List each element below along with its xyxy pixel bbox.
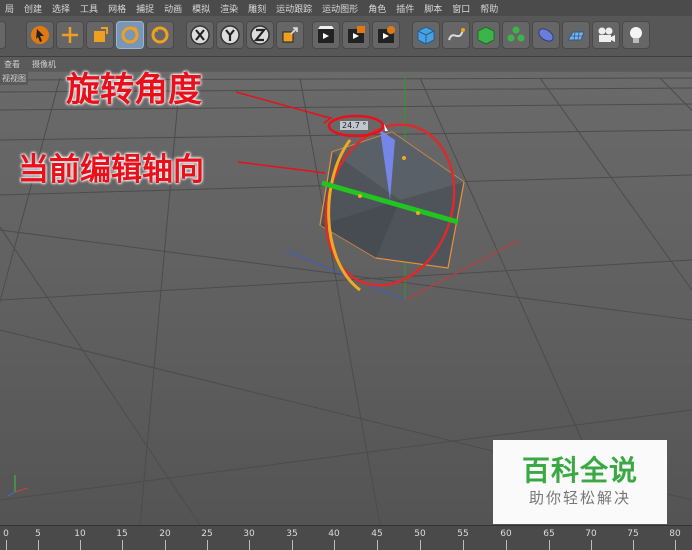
x-axis-lock-button[interactable] bbox=[186, 21, 214, 49]
annotation-rotation-angle: 旋转角度 bbox=[66, 70, 202, 110]
y-axis-lock-icon bbox=[220, 25, 240, 45]
timeline-tick-label: 35 bbox=[286, 529, 298, 539]
main-toolbar bbox=[0, 16, 692, 57]
menu-item-plugins[interactable]: 插件 bbox=[396, 2, 414, 15]
scale-icon bbox=[94, 27, 108, 42]
watermark-badge: 百科全说 助你轻松解决 bbox=[493, 440, 667, 524]
timeline-tick-label: 75 bbox=[627, 529, 639, 539]
menu-item-window[interactable]: 窗口 bbox=[452, 2, 470, 15]
coordinate-system-icon bbox=[282, 27, 298, 43]
menu-item-start[interactable]: 局 bbox=[5, 2, 14, 15]
move-icon bbox=[62, 27, 78, 43]
menu-item-mesh[interactable]: 网格 bbox=[108, 2, 126, 15]
rotate-tool-button[interactable] bbox=[116, 21, 144, 49]
render-view-button[interactable] bbox=[312, 21, 340, 49]
timeline-tick-label: 25 bbox=[201, 529, 213, 539]
menu-item-simulate[interactable]: 模拟 bbox=[192, 2, 210, 15]
menu-item-snap[interactable]: 捕捉 bbox=[136, 2, 154, 15]
menu-item-motion-tracking[interactable]: 运动跟踪 bbox=[276, 2, 312, 15]
floor-icon bbox=[567, 31, 585, 41]
watermark-subtitle: 助你轻松解决 bbox=[528, 489, 631, 507]
camera-icon bbox=[598, 27, 615, 42]
timeline-ruler[interactable]: 0 5 10 15 20 25 30 35 40 45 50 55 60 65 … bbox=[0, 525, 692, 550]
menu-item-animate[interactable]: 动画 bbox=[164, 2, 182, 15]
timeline-tick-label: 0 bbox=[3, 529, 9, 539]
render-picture-icon bbox=[348, 26, 365, 43]
toolbar-edge-button[interactable] bbox=[0, 21, 6, 49]
timeline-tick-label: 80 bbox=[669, 529, 681, 539]
z-axis-lock-icon bbox=[250, 25, 270, 45]
timeline-tick-label: 20 bbox=[159, 529, 171, 539]
z-axis-lock-button[interactable] bbox=[246, 21, 274, 49]
cube-primitive-button[interactable] bbox=[412, 21, 440, 49]
timeline-tick-label: 5 bbox=[35, 529, 41, 539]
view-menu-view[interactable]: 查看 bbox=[4, 59, 20, 70]
coordinate-system-button[interactable] bbox=[276, 21, 304, 49]
timeline-tick-label: 40 bbox=[328, 529, 340, 539]
menu-item-help[interactable]: 帮助 bbox=[480, 2, 498, 15]
rotation-angle-readout: 24.7 ° bbox=[340, 121, 369, 130]
subdivision-button[interactable] bbox=[472, 21, 500, 49]
render-settings-icon bbox=[378, 26, 395, 43]
recent-tool-icon bbox=[151, 26, 169, 44]
timeline-tick-label: 50 bbox=[414, 529, 426, 539]
move-tool-button[interactable] bbox=[56, 21, 84, 49]
cloner-button[interactable] bbox=[502, 21, 530, 49]
recent-tool-button[interactable] bbox=[146, 21, 174, 49]
scale-tool-button[interactable] bbox=[86, 21, 114, 49]
select-arrow-icon bbox=[31, 26, 49, 44]
view-menu-camera[interactable]: 摄像机 bbox=[32, 59, 56, 70]
menu-item-render[interactable]: 渲染 bbox=[220, 2, 238, 15]
timeline-tick-label: 55 bbox=[457, 529, 469, 539]
render-settings-button[interactable] bbox=[372, 21, 400, 49]
timeline-tick-label: 65 bbox=[543, 529, 555, 539]
menu-item-create[interactable]: 创建 bbox=[24, 2, 42, 15]
timeline-tick-label: 60 bbox=[500, 529, 512, 539]
render-picture-button[interactable] bbox=[342, 21, 370, 49]
menu-item-mograph[interactable]: 运动图形 bbox=[322, 2, 358, 15]
spline-pen-icon bbox=[448, 28, 465, 41]
menu-item-character[interactable]: 角色 bbox=[368, 2, 386, 15]
light-button[interactable] bbox=[622, 21, 650, 49]
x-axis-lock-icon bbox=[190, 25, 210, 45]
floor-button[interactable] bbox=[562, 21, 590, 49]
deformer-button[interactable] bbox=[532, 21, 560, 49]
menu-item-script[interactable]: 脚本 bbox=[424, 2, 442, 15]
select-tool-button[interactable] bbox=[26, 21, 54, 49]
spline-pen-button[interactable] bbox=[442, 21, 470, 49]
timeline-tick-label: 45 bbox=[371, 529, 383, 539]
timeline-tick-label: 10 bbox=[74, 529, 86, 539]
cloner-icon bbox=[507, 26, 525, 42]
menu-item-tools[interactable]: 工具 bbox=[80, 2, 98, 15]
light-icon bbox=[630, 27, 642, 43]
timeline-tick-label: 70 bbox=[585, 529, 597, 539]
timeline-tick-label: 15 bbox=[116, 529, 128, 539]
rotate-icon bbox=[121, 26, 139, 44]
y-axis-lock-button[interactable] bbox=[216, 21, 244, 49]
viewport-label: 视视图 bbox=[0, 72, 28, 85]
menu-item-sculpt[interactable]: 雕刻 bbox=[248, 2, 266, 15]
cube-icon bbox=[417, 26, 435, 45]
annotation-current-axis: 当前编辑轴向 bbox=[18, 152, 204, 188]
menu-item-select[interactable]: 选择 bbox=[52, 2, 70, 15]
camera-button[interactable] bbox=[592, 21, 620, 49]
render-view-icon bbox=[318, 26, 334, 43]
deformer-icon bbox=[538, 28, 554, 42]
subdivision-icon bbox=[477, 26, 495, 45]
watermark-title: 百科全说 bbox=[521, 454, 638, 487]
timeline-tick-label: 30 bbox=[243, 529, 255, 539]
menu-bar: 局 创建 选择 工具 网格 捕捉 动画 模拟 渲染 雕刻 运动跟踪 运动图形 角… bbox=[0, 0, 692, 16]
